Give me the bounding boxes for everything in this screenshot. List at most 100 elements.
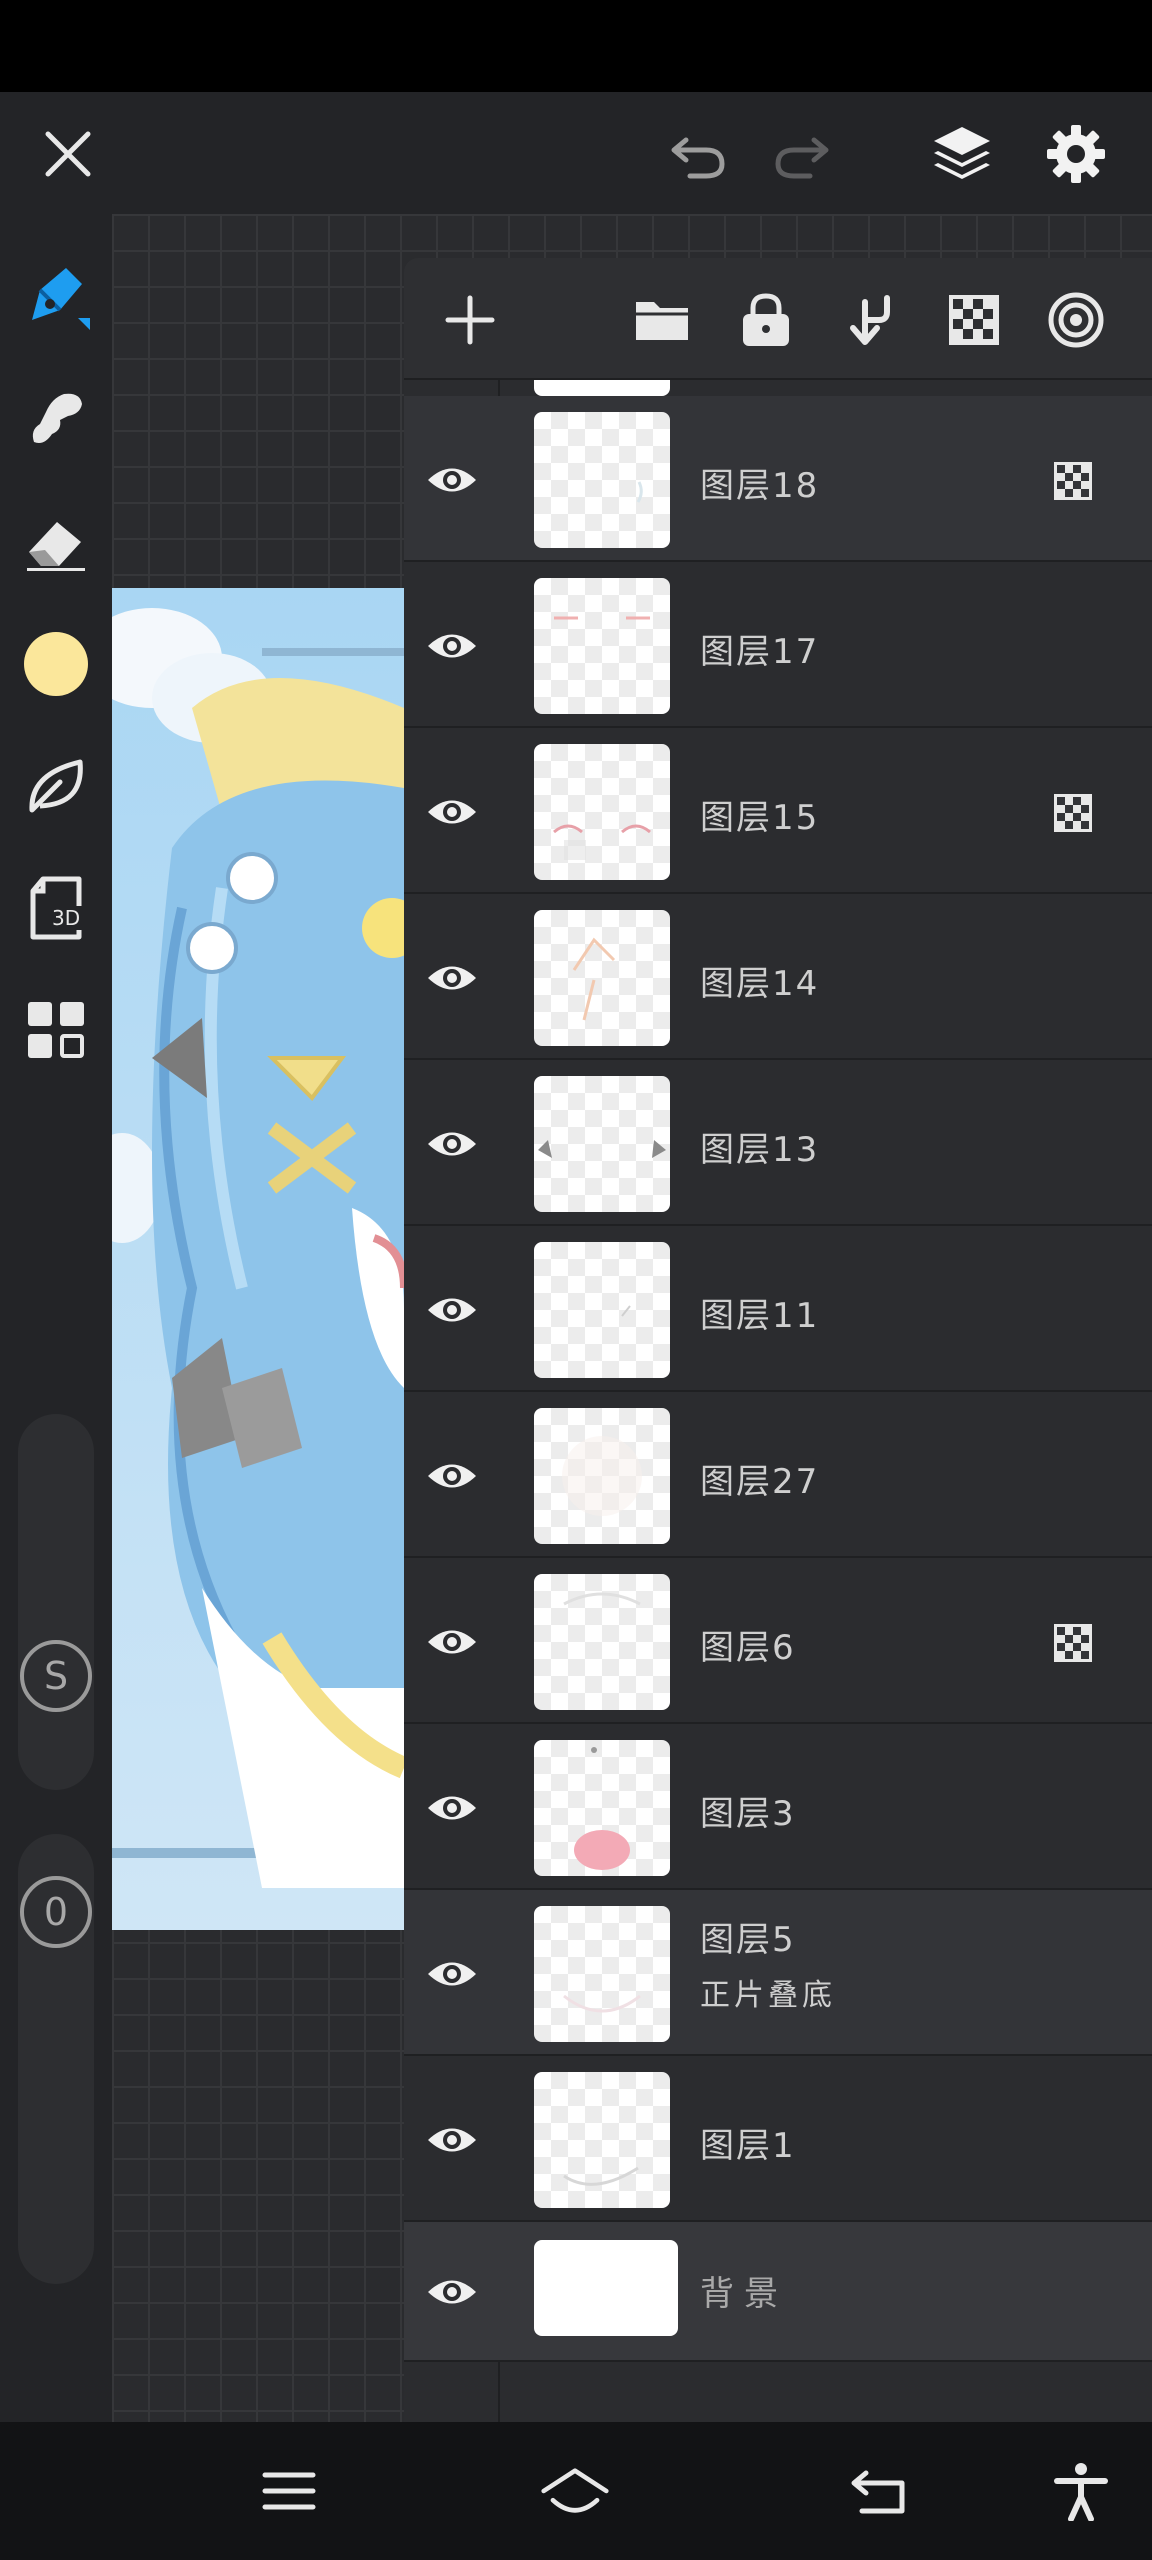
- brush-icon: [32, 268, 90, 330]
- visibility-toggle[interactable]: [424, 2264, 480, 2320]
- settings-button[interactable]: [1036, 116, 1116, 192]
- materials-icon: [28, 1002, 84, 1058]
- reference-icon: [1048, 292, 1104, 348]
- current-color: [24, 632, 88, 696]
- layer-row[interactable]: 图层15: [404, 728, 1152, 894]
- alpha-lock-indicator[interactable]: [1054, 462, 1092, 500]
- eye-icon: [428, 634, 476, 658]
- menu-button[interactable]: [254, 2456, 324, 2526]
- artwork[interactable]: [112, 588, 404, 1930]
- 3d-label: 3D: [50, 906, 83, 930]
- alpha-lock-indicator[interactable]: [1054, 1624, 1092, 1662]
- eye-icon: [428, 1796, 476, 1820]
- layer-row[interactable]: 图层3: [404, 1724, 1152, 1890]
- thumbnail-content: [538, 1140, 666, 1158]
- materials-tool[interactable]: [16, 990, 96, 1070]
- visibility-toggle[interactable]: [424, 452, 480, 508]
- layer-thumbnail[interactable]: [534, 2240, 678, 2336]
- eye-icon: [428, 1298, 476, 1322]
- layer-row[interactable]: 图层13: [404, 1060, 1152, 1226]
- visibility-toggle[interactable]: [424, 1780, 480, 1836]
- status-bar: [0, 0, 1152, 92]
- visibility-toggle[interactable]: [424, 2112, 480, 2168]
- smudge-tool[interactable]: [16, 378, 96, 458]
- eye-icon: [428, 1962, 476, 1986]
- eye-icon: [428, 800, 476, 824]
- layer-thumbnail[interactable]: [534, 2072, 670, 2208]
- merge-down-button[interactable]: [836, 286, 904, 354]
- 3d-tool[interactable]: 3D: [16, 868, 96, 948]
- layers-panel: 图层18 图层17 图层15 图层14 图层13 图层11 图层27 图层6 图层3 图层5 正片叠…: [404, 258, 1152, 2422]
- add-layer-icon: [445, 295, 495, 345]
- brush-tool[interactable]: [16, 256, 96, 336]
- top-bar: [0, 92, 1152, 214]
- layer-thumbnail[interactable]: [534, 1408, 670, 1544]
- undo-button[interactable]: [660, 118, 736, 190]
- layer-thumbnail[interactable]: [534, 744, 670, 880]
- visibility-toggle[interactable]: [424, 784, 480, 840]
- layer-name: 图层3: [700, 1794, 796, 1834]
- layer-row[interactable]: 图层17: [404, 562, 1152, 728]
- settings-icon: [1047, 125, 1105, 183]
- layer-row[interactable]: 图层5 正片叠底: [404, 1890, 1152, 2056]
- layer-row[interactable]: 图层1: [404, 2056, 1152, 2222]
- layer-row[interactable]: 图层14: [404, 894, 1152, 1060]
- layer-name: 图层27: [700, 1462, 820, 1502]
- layer-row[interactable]: 背景: [404, 2222, 1152, 2362]
- layer-name: 图层13: [700, 1130, 820, 1170]
- alpha-lock-indicator[interactable]: [1054, 794, 1092, 832]
- close-button[interactable]: [32, 118, 104, 190]
- layer-thumbnail[interactable]: [534, 1076, 670, 1212]
- lock-button[interactable]: [732, 286, 800, 354]
- eye-icon: [428, 1132, 476, 1156]
- left-toolbar: 3D S 0: [0, 214, 112, 2422]
- layer-thumbnail[interactable]: [534, 412, 670, 548]
- thumbnail-content: [563, 1592, 641, 1606]
- alpha-lock-button[interactable]: [940, 286, 1008, 354]
- visibility-toggle[interactable]: [424, 1614, 480, 1670]
- merge-down-icon: [850, 295, 890, 345]
- layer-row[interactable]: 图层11: [404, 1226, 1152, 1392]
- size-slider[interactable]: [18, 1414, 94, 1790]
- redo-button[interactable]: [764, 118, 840, 190]
- layer-name: 图层1: [700, 2126, 796, 2166]
- color-swatch[interactable]: [16, 624, 96, 704]
- folder-button[interactable]: [628, 286, 696, 354]
- visibility-toggle[interactable]: [424, 1448, 480, 1504]
- back-button[interactable]: [844, 2456, 914, 2526]
- layer-row[interactable]: 图层6: [404, 1558, 1152, 1724]
- thumbnail-content: [562, 1436, 642, 1516]
- visibility-toggle[interactable]: [424, 1282, 480, 1338]
- layers-toolbar: [404, 258, 1152, 380]
- visibility-toggle[interactable]: [424, 618, 480, 674]
- reference-button[interactable]: [1042, 286, 1110, 354]
- partial-layer-thumb: [534, 380, 670, 396]
- home-button[interactable]: [540, 2456, 610, 2526]
- layer-thumbnail[interactable]: [534, 910, 670, 1046]
- layer-thumbnail[interactable]: [534, 1740, 670, 1876]
- layer-name: 背景: [700, 2274, 788, 2314]
- smudge-icon: [32, 393, 82, 443]
- visibility-toggle[interactable]: [424, 950, 480, 1006]
- layer-name: 图层6: [700, 1628, 796, 1668]
- layer-thumbnail[interactable]: [534, 1906, 670, 2042]
- accessibility-button[interactable]: [1046, 2456, 1116, 2526]
- layer-name: 图层5: [700, 1920, 796, 1960]
- visibility-toggle[interactable]: [424, 1946, 480, 2002]
- thumbnail-content: [563, 1994, 641, 2013]
- folder-icon: [636, 302, 688, 340]
- leaf-tool[interactable]: [16, 746, 96, 826]
- leaf-icon: [29, 759, 83, 813]
- layer-thumbnail[interactable]: [534, 578, 670, 714]
- visibility-toggle[interactable]: [424, 1116, 480, 1172]
- layer-thumbnail[interactable]: [534, 1574, 670, 1710]
- layers-button[interactable]: [922, 116, 1002, 192]
- add-layer-button[interactable]: [436, 286, 504, 354]
- layer-thumbnail[interactable]: [534, 1242, 670, 1378]
- layer-row[interactable]: 图层18: [404, 396, 1152, 562]
- menu-icon: [262, 2472, 316, 2510]
- eye-icon: [428, 2280, 476, 2304]
- eraser-tool[interactable]: [16, 502, 96, 582]
- lock-icon: [743, 293, 789, 346]
- layer-row[interactable]: 图层27: [404, 1392, 1152, 1558]
